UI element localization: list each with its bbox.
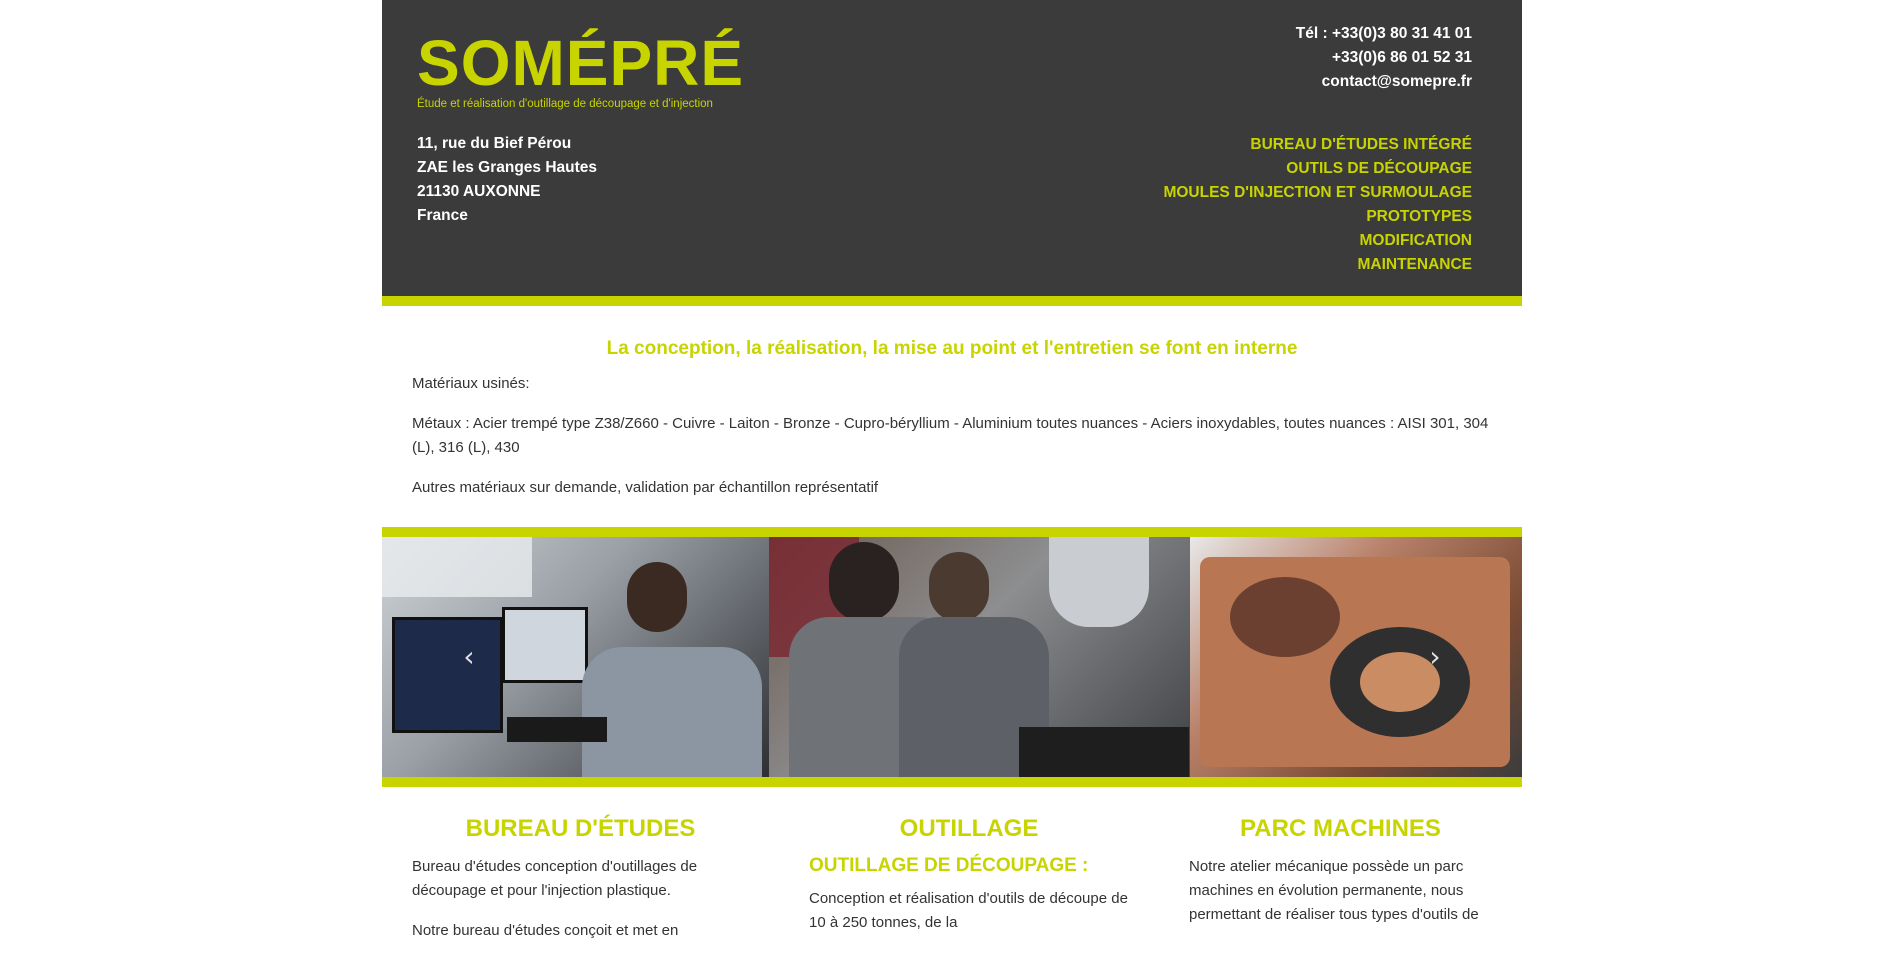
contact-info: Tél : +33(0)3 80 31 41 01 +33(0)6 86 01 … [1296,22,1472,94]
nav-maintenance[interactable]: MAINTENANCE [1163,253,1472,277]
address-line-4: France [417,207,468,224]
bureau-text-2: Notre bureau d'études conçoit et met en [412,922,679,939]
intro-section: La conception, la réalisation, la mise a… [382,306,1522,500]
nav-modification[interactable]: MODIFICATION [1163,229,1472,253]
nav-outils-decoupage[interactable]: OUTILS DE DÉCOUPAGE [1163,157,1472,181]
logo[interactable]: SOMÉPRÉ Étude et réalisation d'outillage… [417,30,744,110]
photo-carousel: ‹ › [382,527,1522,787]
phone-2[interactable]: +33(0)6 86 01 52 31 [1296,46,1472,70]
bureau-text-1: Bureau d'études conception d'outillages … [412,858,698,899]
main-nav: BUREAU D'ÉTUDES INTÉGRÉ OUTILS DE DÉCOUP… [1163,133,1472,277]
bureau-title: BUREAU D'ÉTUDES [465,815,696,842]
intro-materials-label: Matériaux usinés: [412,375,530,392]
photo-workshop [769,537,1190,777]
address-line-3: 21130 AUXONNE [417,183,541,200]
header-accent-band [382,296,1522,306]
company-address: 11, rue du Bief Pérou ZAE les Granges Ha… [417,132,597,228]
section-bureau-etudes: BUREAU D'ÉTUDES Bureau d'études concepti… [382,815,779,959]
photo-copper-part [1190,537,1522,777]
photo-design-office [382,537,769,777]
email-link[interactable]: contact@somepre.fr [1296,70,1472,94]
carousel-bottom-band [382,777,1522,787]
carousel-prev-icon[interactable]: ‹ [454,642,484,672]
intro-other-materials: Autres matériaux sur demande, validation… [412,479,879,496]
carousel-photos: ‹ › [382,537,1522,777]
address-line-1: 11, rue du Bief Pérou [417,135,572,152]
nav-bureau-etudes[interactable]: BUREAU D'ÉTUDES INTÉGRÉ [1163,133,1472,157]
intro-metals: Métaux : Acier trempé type Z38/Z660 - Cu… [412,415,1489,456]
parc-title: PARC MACHINES [1240,815,1441,842]
carousel-next-icon[interactable]: › [1420,642,1450,672]
outillage-subtitle: OUTILLAGE DE DÉCOUPAGE : [809,855,1089,876]
section-parc-machines: PARC MACHINES Notre atelier mécanique po… [1159,815,1522,959]
phone-1[interactable]: Tél : +33(0)3 80 31 41 01 [1296,22,1472,46]
logo-tagline: Étude et réalisation d'outillage de déco… [417,98,713,110]
nav-moules-injection[interactable]: MOULES D'INJECTION ET SURMOULAGE [1163,181,1472,205]
parc-text-1: Notre atelier mécanique possède un parc … [1189,858,1479,923]
page: SOMÉPRÉ Étude et réalisation d'outillage… [382,0,1522,939]
outillage-title: OUTILLAGE [899,815,1039,842]
nav-prototypes[interactable]: PROTOTYPES [1163,205,1472,229]
address-line-2: ZAE les Granges Hautes [417,159,598,176]
feature-sections: BUREAU D'ÉTUDES Bureau d'études concepti… [382,815,1522,959]
site-header: SOMÉPRÉ Étude et réalisation d'outillage… [382,0,1522,296]
section-outillage: OUTILLAGE OUTILLAGE DE DÉCOUPAGE : Conce… [779,815,1159,959]
carousel-top-band [382,527,1522,537]
outillage-text-1: Conception et réalisation d'outils de dé… [809,890,1128,931]
logo-wordmark: SOMÉPRÉ [417,27,745,99]
intro-heading: La conception, la réalisation, la mise a… [606,338,1298,359]
